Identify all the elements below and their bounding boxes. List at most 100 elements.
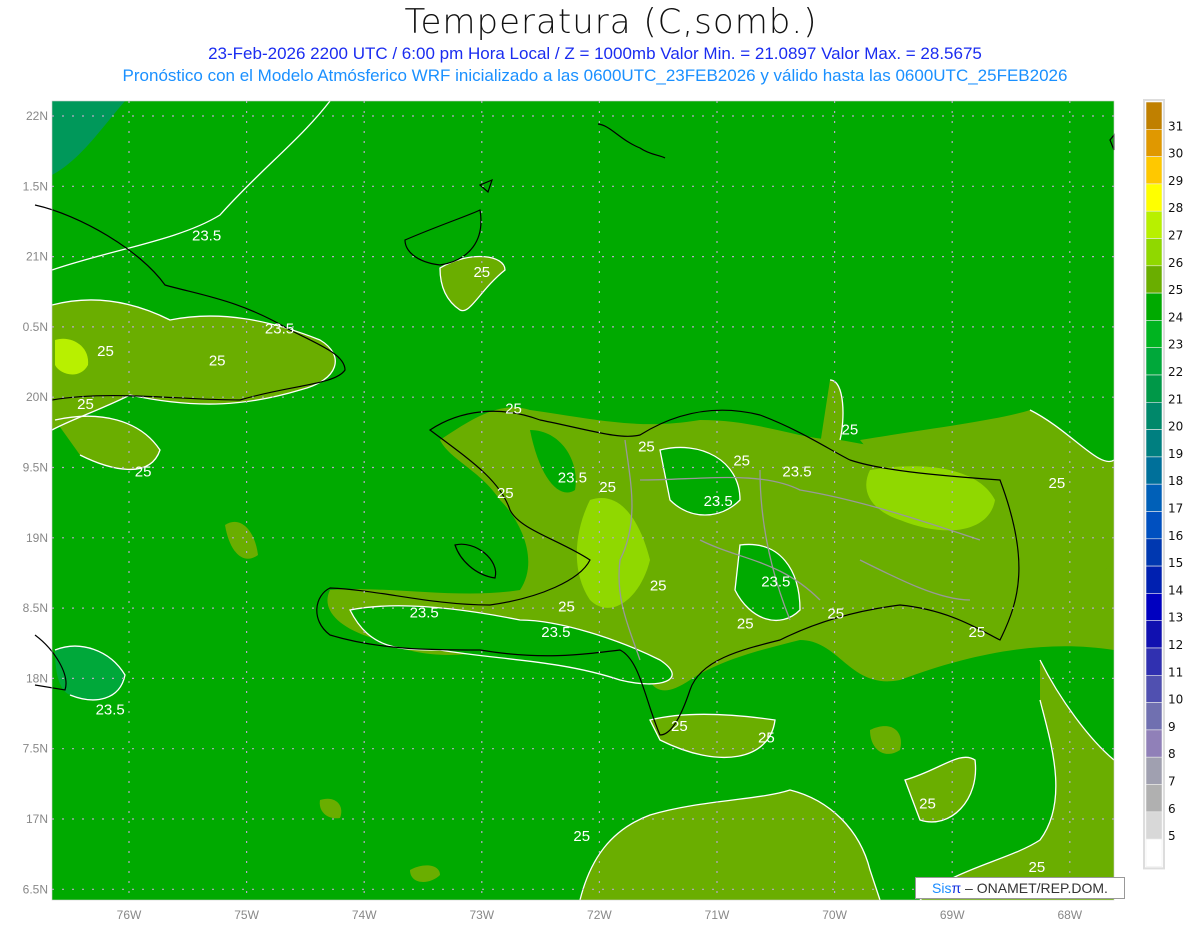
credit-pi: π — [951, 880, 962, 896]
lat-tick-label: 9.5N — [23, 461, 48, 475]
lat-tick-label: 20N — [26, 390, 48, 404]
contour-label: 25 — [638, 438, 655, 455]
contour-label: 25 — [1049, 475, 1066, 492]
contour-label: 23.5 — [96, 701, 125, 718]
colorbar-label: 9 — [1168, 720, 1176, 734]
colorbar-swatch — [1145, 320, 1163, 348]
colorbar-label: 18 — [1168, 474, 1183, 488]
colorbar-swatch — [1145, 101, 1163, 130]
contour-label: 23.5 — [192, 228, 221, 245]
contour-label: 25 — [77, 396, 94, 413]
colorbar-swatch — [1145, 729, 1163, 758]
credit-box: Sisπ – ONAMET/REP.DOM. — [915, 877, 1125, 899]
colorbar-label: 7 — [1168, 775, 1176, 789]
colorbar-swatch — [1145, 347, 1163, 376]
contour-label: 23.5 — [558, 469, 587, 486]
lon-tick-label: 76W — [117, 908, 142, 922]
lat-tick-label: 0.5N — [23, 320, 48, 334]
contour-label: 25 — [733, 452, 750, 469]
credit-sis: Sis — [932, 880, 952, 896]
colorbar-label: 30 — [1168, 147, 1183, 161]
lon-tick-label: 74W — [352, 908, 377, 922]
lon-tick-label: 70W — [822, 908, 847, 922]
lon-tick-label: 72W — [587, 908, 612, 922]
colorbar-label: 16 — [1168, 529, 1183, 543]
colorbar-swatch — [1145, 374, 1163, 403]
lat-tick-label: 8.5N — [23, 601, 48, 615]
colorbar-label: 31 — [1168, 119, 1183, 133]
contour-label: 25 — [497, 485, 514, 502]
colorbar-label: 27 — [1168, 229, 1183, 243]
colorbar-swatch — [1145, 129, 1163, 157]
colorbar-swatch — [1145, 838, 1163, 867]
colorbar-swatch — [1145, 183, 1163, 212]
contour-label: 23.5 — [410, 604, 439, 621]
contour-label: 25 — [758, 729, 775, 746]
contour-label: 25 — [599, 479, 616, 496]
colorbar-label: 29 — [1168, 174, 1183, 188]
contour-label: 23.5 — [541, 624, 570, 641]
lon-tick-label: 69W — [940, 908, 965, 922]
contour-label: 23.5 — [265, 320, 294, 337]
lon-tick-label: 73W — [469, 908, 494, 922]
contour-label: 25 — [1029, 859, 1046, 876]
contour-label: 23.5 — [761, 573, 790, 590]
colorbar-label: 12 — [1168, 638, 1183, 652]
contour-label: 25 — [919, 796, 936, 813]
colorbar-swatch — [1145, 811, 1163, 840]
colorbar-swatch — [1145, 538, 1163, 567]
colorbar-label: 8 — [1168, 747, 1176, 761]
contour-label: 25 — [209, 353, 226, 370]
lat-tick-label: 22N — [26, 109, 48, 123]
colorbar-label: 28 — [1168, 201, 1183, 215]
colorbar-swatch — [1145, 429, 1163, 458]
colorbar-swatch — [1145, 702, 1163, 731]
colorbar-swatch — [1145, 292, 1163, 321]
colorbar-label: 17 — [1168, 502, 1183, 516]
colorbar-label: 6 — [1168, 802, 1176, 816]
colorbar-swatch — [1145, 156, 1163, 185]
colorbar-swatch — [1145, 784, 1163, 813]
colorbar-label: 22 — [1168, 365, 1183, 379]
lon-tick-label: 71W — [705, 908, 730, 922]
lat-tick-label: 6.5N — [23, 882, 48, 896]
contour-label: 23.5 — [782, 464, 811, 481]
contour-label: 25 — [969, 624, 986, 641]
colorbar-label: 14 — [1168, 583, 1183, 597]
colorbar-label: 20 — [1168, 420, 1183, 434]
colorbar-label: 23 — [1168, 338, 1183, 352]
colorbar-swatch — [1145, 210, 1163, 239]
contour-label: 23.5 — [704, 493, 733, 510]
credit-text: – ONAMET/REP.DOM. — [961, 880, 1108, 896]
contour-label: 25 — [671, 718, 688, 735]
colorbar-swatch — [1145, 593, 1163, 622]
colorbar-label: 24 — [1168, 310, 1183, 324]
contour-label: 25 — [97, 343, 114, 360]
colorbar-label: 21 — [1168, 392, 1183, 406]
colorbar-label: 15 — [1168, 556, 1183, 570]
temperature-map: 23.5 25 23.5 25 25 25 25 25 25 25 23.5 25 25 23.5 23.5… — [23, 99, 1183, 922]
contour-label: 25 — [558, 599, 575, 616]
lat-tick-label: 19N — [26, 531, 48, 545]
colorbar-swatch — [1145, 620, 1163, 649]
contour-label: 25 — [737, 616, 754, 633]
lon-tick-label: 68W — [1057, 908, 1082, 922]
colorbar-label: 25 — [1168, 283, 1183, 297]
colorbar-swatch — [1145, 565, 1163, 594]
colorbar-swatch — [1145, 756, 1163, 785]
colorbar-swatch — [1145, 674, 1163, 703]
colorbar-swatch — [1145, 401, 1163, 430]
colorbar-swatch — [1145, 238, 1163, 267]
lat-tick-label: 1.5N — [23, 179, 48, 193]
lat-tick-label: 7.5N — [23, 742, 48, 756]
colorbar-swatch — [1145, 483, 1163, 512]
lat-tick-label: 18N — [26, 671, 48, 685]
colorbar-swatch — [1145, 511, 1163, 540]
lat-tick-label: 17N — [26, 812, 48, 826]
lat-tick-label: 21N — [26, 250, 48, 264]
contour-label: 25 — [827, 606, 844, 623]
lon-tick-label: 75W — [234, 908, 259, 922]
colorbar-label: 11 — [1168, 665, 1183, 679]
contour-label: 25 — [842, 422, 859, 439]
contour-label: 25 — [135, 464, 152, 481]
